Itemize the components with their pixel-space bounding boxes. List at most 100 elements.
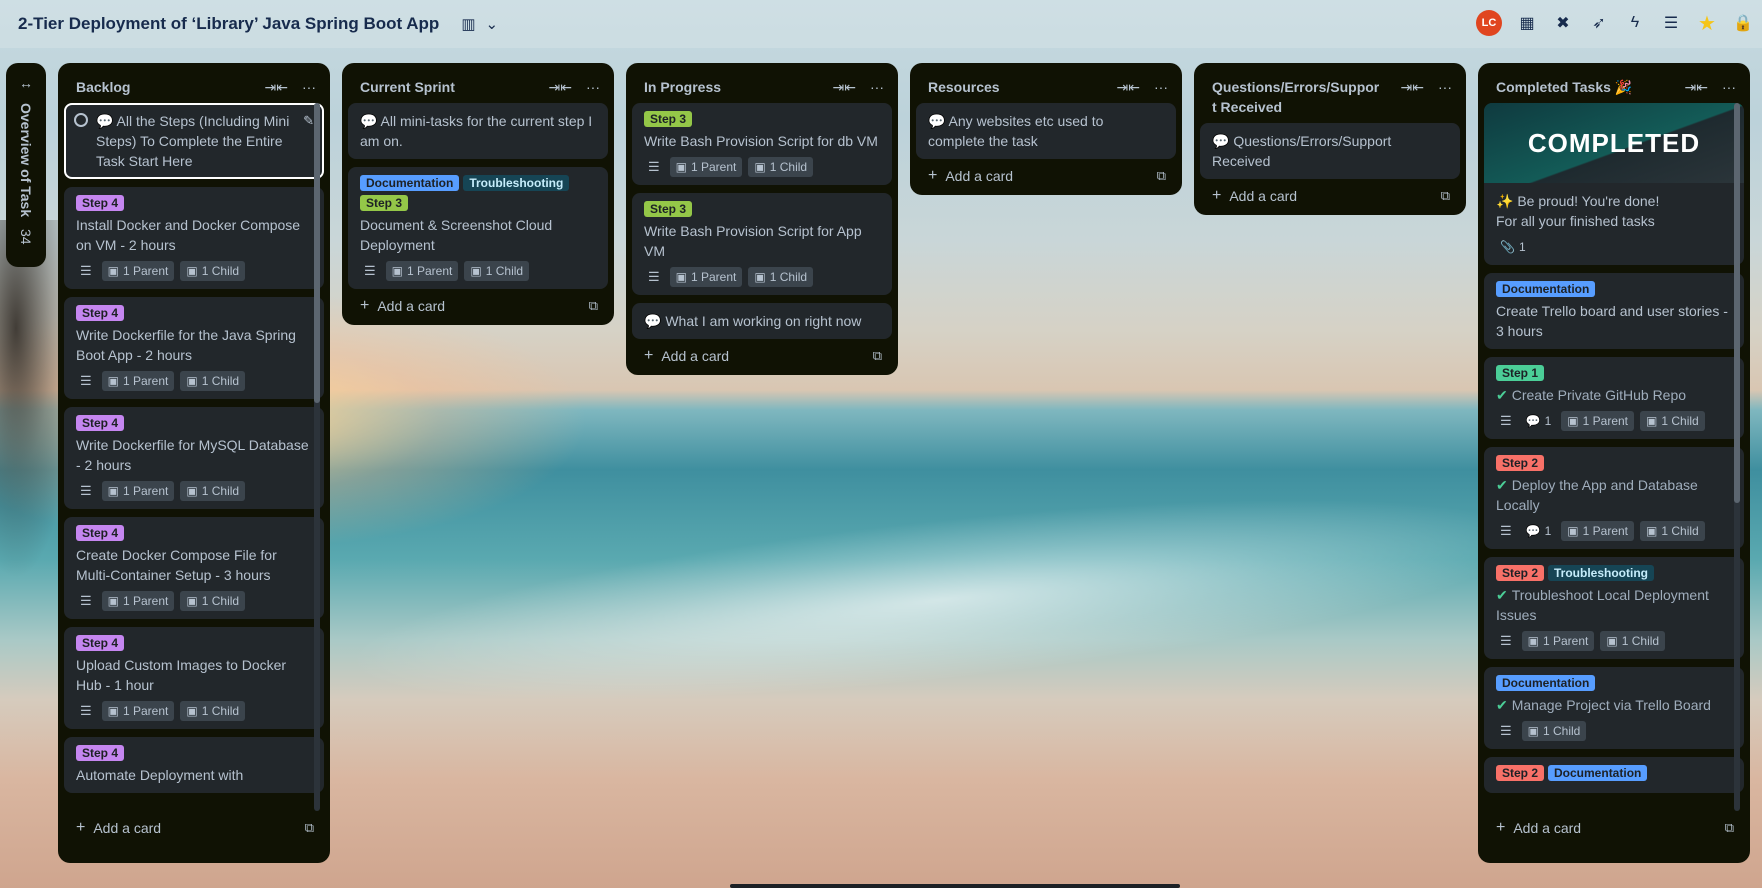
card[interactable]: 💬 What I am working on right now bbox=[632, 303, 892, 339]
edit-icon[interactable]: ✎ bbox=[303, 111, 314, 131]
card-label[interactable]: Documentation bbox=[360, 175, 460, 191]
check-icon[interactable]: ✔ bbox=[1496, 697, 1508, 713]
scrollbar-thumb[interactable] bbox=[314, 103, 320, 403]
card[interactable]: Step 4 Create Docker Compose File for Mu… bbox=[64, 517, 324, 619]
comment-icon: 💬 bbox=[1525, 524, 1541, 538]
template-icon[interactable]: ⧉ bbox=[873, 348, 882, 364]
list-title[interactable]: In Progress bbox=[644, 77, 833, 97]
add-card-button[interactable]: + Add a card ⧉ bbox=[632, 339, 892, 369]
more-icon[interactable]: ··· bbox=[1154, 79, 1168, 96]
card[interactable]: Step 3 Write Bash Provision Script for d… bbox=[632, 103, 892, 185]
scrollbar[interactable] bbox=[314, 103, 320, 811]
template-icon[interactable]: ⧉ bbox=[1441, 188, 1450, 204]
rocket-icon[interactable]: ➶ bbox=[1588, 12, 1610, 34]
card-label[interactable]: Step 3 bbox=[644, 201, 693, 217]
collapse-icon[interactable]: ⇥⇤ bbox=[833, 79, 856, 96]
card-icon: ▣ bbox=[107, 264, 119, 278]
card-label[interactable]: Step 3 bbox=[644, 111, 693, 127]
more-icon[interactable]: ··· bbox=[302, 79, 316, 96]
card-label[interactable]: Step 2 bbox=[1496, 455, 1545, 471]
horizontal-scrollbar[interactable] bbox=[730, 884, 1180, 888]
card[interactable]: Documentation Create Trello board and us… bbox=[1484, 273, 1744, 349]
comment-icon: 💬 bbox=[1525, 414, 1541, 428]
list-title[interactable]: Resources bbox=[928, 77, 1117, 97]
card[interactable]: 💬 Any websites etc used to complete the … bbox=[916, 103, 1176, 159]
template-icon[interactable]: ⧉ bbox=[1725, 820, 1734, 836]
card-label[interactable]: Documentation bbox=[1548, 765, 1648, 781]
scrollbar-thumb[interactable] bbox=[1734, 103, 1740, 503]
card[interactable]: ✎ 💬 All the Steps (Including Mini Steps)… bbox=[64, 103, 324, 179]
card-label[interactable]: Documentation bbox=[1496, 675, 1596, 691]
card[interactable]: Step 3 Write Bash Provision Script for A… bbox=[632, 193, 892, 295]
card-label[interactable]: Step 4 bbox=[76, 415, 125, 431]
more-icon[interactable]: ··· bbox=[870, 79, 884, 96]
card[interactable]: Step 2 ✔ Deploy the App and Database Loca… bbox=[1484, 447, 1744, 549]
collapse-icon[interactable]: ⇥⇤ bbox=[1117, 79, 1140, 96]
calendar-icon[interactable]: ▦ bbox=[1516, 12, 1538, 34]
card-label[interactable]: Step 4 bbox=[76, 195, 125, 211]
card[interactable]: Step 2 Documentation bbox=[1484, 757, 1744, 793]
card[interactable]: Documentation Troubleshooting Step 3 Doc… bbox=[348, 167, 608, 289]
card[interactable]: Step 2 Troubleshooting ✔ Troubleshoot Loc… bbox=[1484, 557, 1744, 659]
scrollbar[interactable] bbox=[1734, 103, 1740, 811]
collapse-icon[interactable]: ⇥⇤ bbox=[265, 79, 288, 96]
map-icon[interactable]: ✖ bbox=[1552, 12, 1574, 34]
list-title[interactable]: Questions/Errors/Suppor t Received bbox=[1212, 77, 1401, 117]
card-title: Manage Project via Trello Board bbox=[1511, 697, 1711, 713]
card[interactable]: Step 4 Upload Custom Images to Docker Hu… bbox=[64, 627, 324, 729]
check-icon[interactable]: ✔ bbox=[1496, 587, 1508, 603]
card[interactable]: Step 4 Install Docker and Docker Compose… bbox=[64, 187, 324, 289]
lightning-icon[interactable]: ϟ bbox=[1624, 12, 1646, 34]
description-icon: ☰ bbox=[648, 269, 660, 284]
card-label[interactable]: Step 2 bbox=[1496, 565, 1545, 581]
view-switcher[interactable]: ▥ ⌄ bbox=[461, 15, 498, 33]
card-label[interactable]: Troubleshooting bbox=[463, 175, 570, 191]
avatar[interactable]: LC bbox=[1476, 10, 1502, 36]
card[interactable]: 💬 Questions/Errors/Support Received bbox=[1200, 123, 1460, 179]
card-label[interactable]: Step 4 bbox=[76, 745, 125, 761]
card-label[interactable]: Step 4 bbox=[76, 305, 125, 321]
add-card-button[interactable]: + Add a card ⧉ bbox=[1484, 811, 1744, 841]
card[interactable]: Step 1 ✔ Create Private GitHub Repo ☰ 💬 1 … bbox=[1484, 357, 1744, 439]
template-icon[interactable]: ⧉ bbox=[305, 820, 314, 836]
board-title[interactable]: 2-Tier Deployment of ‘Library’ Java Spri… bbox=[18, 14, 439, 34]
card-label[interactable]: Step 1 bbox=[1496, 365, 1545, 381]
card-label[interactable]: Step 4 bbox=[76, 635, 125, 651]
list-title[interactable]: Current Sprint bbox=[360, 77, 549, 97]
card[interactable]: Documentation ✔ Manage Project via Trello… bbox=[1484, 667, 1744, 749]
more-icon[interactable]: ··· bbox=[586, 79, 600, 96]
list-title[interactable]: Completed Tasks 🎉 bbox=[1496, 77, 1685, 97]
star-icon[interactable]: ★ bbox=[1696, 12, 1718, 35]
collapse-icon[interactable]: ⇥⇤ bbox=[549, 79, 572, 96]
more-icon[interactable]: ··· bbox=[1438, 79, 1452, 96]
check-icon[interactable]: ✔ bbox=[1496, 387, 1508, 403]
lock-icon[interactable]: 🔒 bbox=[1732, 12, 1754, 34]
filter-icon[interactable]: ☰ bbox=[1660, 12, 1682, 34]
card-list: COMPLETED ✨ Be proud! You're done! For a… bbox=[1484, 103, 1744, 793]
collapse-icon[interactable]: ⇥⇤ bbox=[1685, 79, 1708, 96]
add-card-button[interactable]: + Add a card ⧉ bbox=[64, 811, 324, 841]
add-card-button[interactable]: + Add a card ⧉ bbox=[916, 159, 1176, 189]
collapsed-list-overview[interactable]: ↔ Overview of Task 34 bbox=[6, 63, 46, 267]
card[interactable]: Step 4 Automate Deployment with bbox=[64, 737, 324, 793]
card-label[interactable]: Step 4 bbox=[76, 525, 125, 541]
card-label[interactable]: Step 3 bbox=[360, 195, 409, 211]
complete-toggle[interactable] bbox=[74, 113, 88, 127]
description-icon: ☰ bbox=[1500, 633, 1512, 648]
card[interactable]: Step 4 Write Dockerfile for MySQL Databa… bbox=[64, 407, 324, 509]
card-label[interactable]: Troubleshooting bbox=[1548, 565, 1655, 581]
card-label[interactable]: Documentation bbox=[1496, 281, 1596, 297]
card[interactable]: 💬 All mini-tasks for the current step I … bbox=[348, 103, 608, 159]
template-icon[interactable]: ⧉ bbox=[589, 298, 598, 314]
list-title[interactable]: Backlog bbox=[76, 77, 265, 97]
collapse-icon[interactable]: ⇥⇤ bbox=[1401, 79, 1424, 96]
card[interactable]: Step 4 Write Dockerfile for the Java Spr… bbox=[64, 297, 324, 399]
add-card-button[interactable]: + Add a card ⧉ bbox=[348, 289, 608, 319]
template-icon[interactable]: ⧉ bbox=[1157, 168, 1166, 184]
expand-icon[interactable]: ↔ bbox=[19, 75, 33, 91]
card[interactable]: COMPLETED ✨ Be proud! You're done! For a… bbox=[1484, 103, 1744, 265]
add-card-button[interactable]: + Add a card ⧉ bbox=[1200, 179, 1460, 209]
card-label[interactable]: Step 2 bbox=[1496, 765, 1545, 781]
more-icon[interactable]: ··· bbox=[1722, 79, 1736, 96]
check-icon[interactable]: ✔ bbox=[1496, 477, 1508, 493]
